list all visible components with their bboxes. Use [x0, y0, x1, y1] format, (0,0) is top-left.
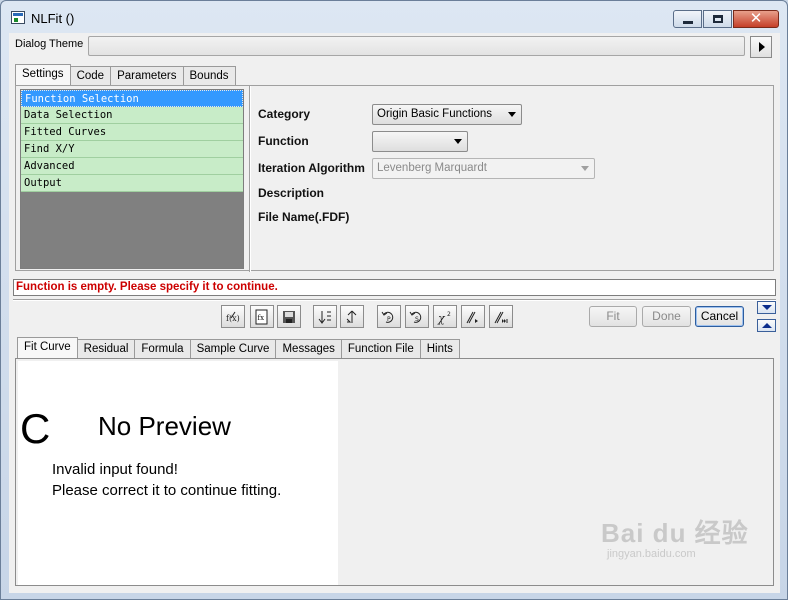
tab-parameters[interactable]: Parameters: [110, 66, 184, 85]
fdf-file-icon: fx: [255, 309, 268, 324]
chi-square-button[interactable]: χ2: [433, 305, 457, 328]
function-label: Function: [258, 134, 309, 148]
category-label: Category: [258, 107, 311, 121]
dialog-theme-combo[interactable]: [88, 36, 745, 56]
tab-settings[interactable]: Settings: [15, 64, 71, 85]
chi-square-icon: χ2: [437, 311, 451, 325]
iteration-algorithm-value: Levenberg Marquardt: [377, 162, 487, 174]
tree-item-data-selection[interactable]: Data Selection: [21, 107, 243, 124]
svg-text:P: P: [387, 316, 391, 323]
window-controls: ✕: [673, 9, 779, 28]
tab-function-file[interactable]: Function File: [340, 339, 421, 358]
dialog-theme-menu-button[interactable]: [750, 36, 772, 58]
sort-down-icon: [318, 310, 331, 324]
tree-item-function-selection[interactable]: Function Selection: [21, 90, 243, 107]
tree-item-find-xy[interactable]: Find X/Y: [21, 141, 243, 158]
separator: [13, 299, 776, 301]
save-icon: [283, 310, 295, 323]
svg-text:S: S: [415, 316, 419, 323]
file-name-label: File Name(.FDF): [258, 210, 350, 224]
triangle-down-icon: [762, 305, 772, 310]
save-button[interactable]: [277, 305, 301, 328]
tree-item-output[interactable]: Output: [21, 175, 243, 192]
panel-splitter[interactable]: [249, 86, 251, 272]
settings-panel: Function Selection Data Selection Fitted…: [15, 85, 774, 272]
function-select[interactable]: [372, 131, 468, 152]
triangle-up-icon: [762, 323, 772, 328]
tab-code[interactable]: Code: [69, 66, 112, 85]
sort-up-icon: [346, 310, 357, 323]
collapse-down-button[interactable]: [757, 301, 776, 314]
expand-up-button[interactable]: [757, 319, 776, 332]
tab-formula[interactable]: Formula: [134, 339, 191, 358]
status-message: Function is empty. Please specify it to …: [13, 279, 776, 296]
sample-undo-icon: S: [409, 311, 422, 323]
svg-text:fx: fx: [258, 314, 265, 322]
category-select[interactable]: Origin Basic Functions: [372, 104, 522, 125]
category-value: Origin Basic Functions: [377, 108, 493, 120]
tab-bounds[interactable]: Bounds: [182, 66, 236, 85]
fit-until-converged-icon: [494, 311, 508, 323]
invalid-input-line: Invalid input found!: [52, 461, 178, 478]
tab-messages[interactable]: Messages: [275, 339, 342, 358]
settings-tree[interactable]: Function Selection Data Selection Fitted…: [20, 89, 244, 269]
tab-hints[interactable]: Hints: [419, 339, 460, 358]
maximize-button[interactable]: [703, 10, 732, 28]
chevron-down-icon: [454, 139, 462, 144]
cancel-button[interactable]: Cancel: [695, 306, 744, 327]
no-preview-title: No Preview: [98, 411, 231, 441]
done-button[interactable]: Done: [642, 306, 691, 327]
one-iteration-icon: [466, 311, 478, 323]
top-tab-strip: Settings Code Parameters Bounds: [15, 64, 236, 85]
iteration-algorithm-label: Iteration Algorithm: [258, 161, 365, 175]
sort-down-button[interactable]: [313, 305, 337, 328]
svg-text:χ: χ: [437, 312, 446, 325]
minimize-button[interactable]: [673, 10, 702, 28]
correct-input-line: Please correct it to continue fitting.: [52, 482, 282, 499]
tab-residual[interactable]: Residual: [76, 339, 136, 358]
fit-function-button[interactable]: f(x): [221, 305, 245, 328]
fx-icon: f(x): [226, 311, 240, 323]
baidu-watermark: Bai du 经验 jingyan.baidu.com: [601, 513, 749, 560]
fit-until-converged-button[interactable]: [489, 305, 513, 328]
close-button[interactable]: ✕: [733, 9, 779, 28]
dialog-theme-label: Dialog Theme: [15, 38, 84, 50]
tab-sample-curve[interactable]: Sample Curve: [189, 339, 277, 358]
iteration-algorithm-select[interactable]: Levenberg Marquardt: [372, 158, 595, 179]
title-bar[interactable]: NLFit () ✕: [1, 1, 787, 33]
window-title: NLFit (): [31, 11, 75, 26]
nlfit-window: NLFit () ✕ Dialog Theme Settings Code Pa…: [0, 0, 788, 600]
svg-text:2: 2: [447, 311, 451, 318]
sort-up-button[interactable]: [340, 305, 364, 328]
dialog-client: Dialog Theme Settings Code Parameters Bo…: [9, 33, 780, 593]
fit-button[interactable]: Fit: [589, 306, 637, 327]
parameter-reset-button[interactable]: P: [377, 305, 401, 328]
parameter-undo-icon: P: [381, 311, 394, 323]
tree-item-advanced[interactable]: Advanced: [21, 158, 243, 175]
preview-glyph: C: [20, 405, 51, 452]
bottom-tab-strip: Fit Curve Residual Formula Sample Curve …: [17, 337, 460, 358]
close-icon: ✕: [749, 9, 763, 27]
tree-item-fitted-curves[interactable]: Fitted Curves: [21, 124, 243, 141]
maximize-icon: [713, 15, 723, 23]
app-icon: [11, 11, 25, 24]
description-label: Description: [258, 186, 325, 200]
chevron-down-icon: [581, 166, 589, 171]
one-iteration-button[interactable]: [461, 305, 485, 328]
open-fdf-button[interactable]: fx: [250, 305, 274, 328]
preview-canvas: C No Preview Invalid input found! Please…: [18, 361, 338, 585]
invalid-input-message: Invalid input found! Please correct it t…: [52, 459, 281, 501]
watermark-logo-text: Bai du 经验: [601, 518, 749, 548]
sample-reset-button[interactable]: S: [405, 305, 429, 328]
chevron-down-icon: [508, 112, 516, 117]
minimize-icon: [683, 21, 693, 24]
tab-fit-curve[interactable]: Fit Curve: [17, 337, 78, 358]
